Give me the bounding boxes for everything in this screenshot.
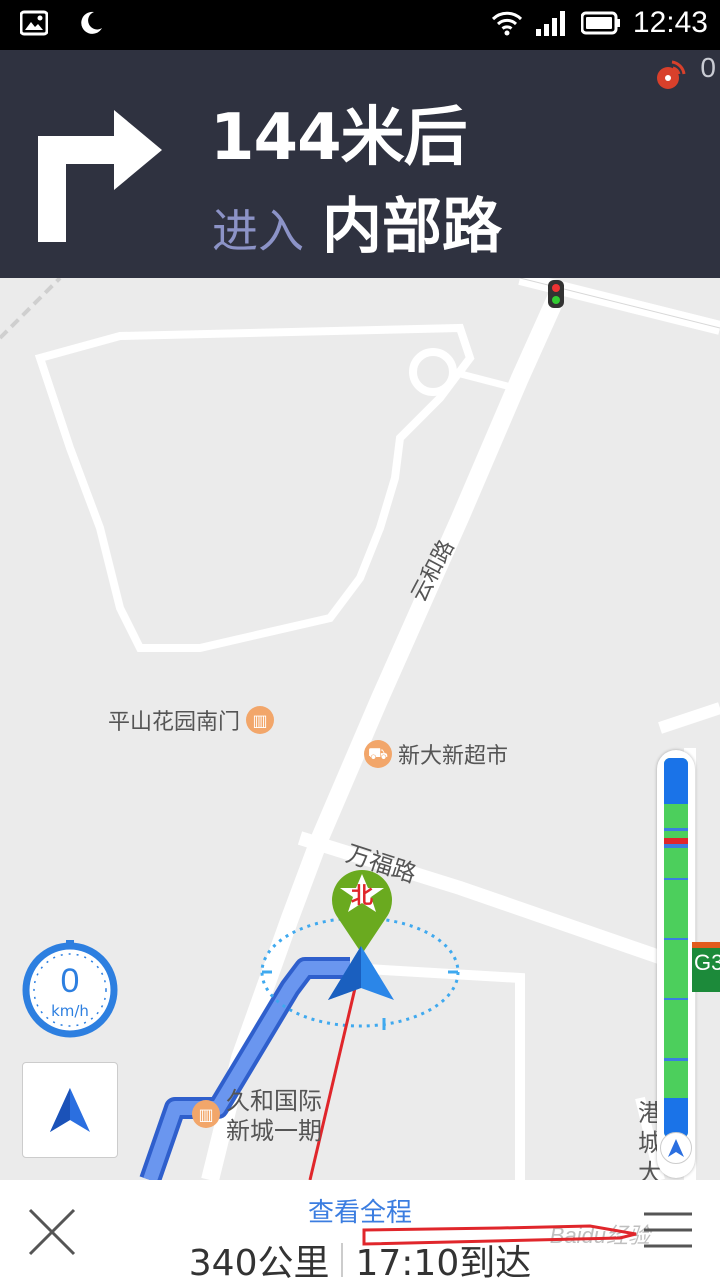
poi-label: 新大新超市: [398, 744, 509, 769]
traffic-track: [664, 758, 688, 1138]
highway-badge: G3: [692, 942, 720, 992]
building-icon: ▥: [192, 1100, 220, 1128]
vehicle-location-arrow-icon: [328, 946, 394, 1000]
bottom-trip-bar: 查看全程 340公里 17:10到达 Baidu经验: [0, 1180, 720, 1280]
north-marker-label: 北: [350, 884, 373, 909]
poi-label: 久和国际新城一期: [226, 1087, 322, 1145]
road-prefix: 进入: [212, 204, 304, 258]
cell-signal-icon: [535, 11, 565, 36]
speedometer: 0 km/h: [20, 940, 120, 1040]
route-traffic-bar[interactable]: [657, 750, 695, 1178]
next-road-name: 内部路: [322, 192, 502, 262]
remaining-distance: 340公里: [188, 1243, 330, 1280]
orientation-toggle-button[interactable]: [22, 1062, 118, 1158]
status-time: 12:43: [632, 6, 708, 39]
location-arrow-icon: [668, 1139, 684, 1157]
divider: [341, 1243, 344, 1277]
navigation-arrow-icon: [50, 1088, 90, 1132]
moon-icon: [81, 11, 102, 34]
map-view[interactable]: 云和路 万福路 港城大 平山花园南门 ▥ ⛟ 新大新超市 ▥ 久和国际新城一期 …: [0, 278, 720, 1180]
speed-unit: km/h: [51, 1002, 89, 1020]
wifi-icon: [491, 11, 522, 36]
image-icon: [20, 10, 48, 36]
annotation-arrow: [362, 1224, 637, 1246]
turn-guidance-panel[interactable]: 144米后 进入 内部路 0: [0, 50, 720, 278]
turn-right-arrow-icon: [38, 110, 162, 242]
current-position-button[interactable]: [660, 1132, 692, 1164]
gps-signal-icon: [657, 60, 686, 89]
building-icon: ▥: [246, 706, 275, 734]
speed-value: 0: [60, 962, 80, 1000]
poi-pingshan[interactable]: 平山花园南门 ▥: [108, 704, 275, 736]
status-bar: 12:43: [0, 0, 720, 50]
poi-xindaxin-supermarket[interactable]: ⛟ 新大新超市: [364, 738, 508, 770]
shopping-cart-icon: ⛟: [364, 740, 392, 768]
poi-label: 平山花园南门: [108, 710, 241, 735]
maneuver-distance: 144米后: [210, 101, 468, 175]
menu-icon[interactable]: [644, 1210, 692, 1250]
gps-signal-count: 0: [700, 52, 716, 83]
battery-icon: [580, 11, 620, 35]
poi-jiuhe-guoji[interactable]: ▥ 久和国际新城一期: [192, 1086, 342, 1146]
next-road-line: 进入 内部路: [212, 178, 502, 265]
